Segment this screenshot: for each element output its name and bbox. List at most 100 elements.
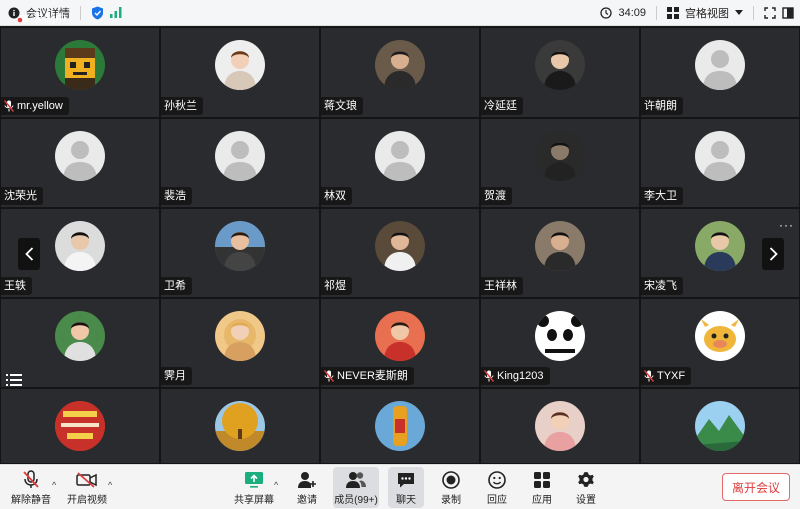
reaction-button[interactable]: 回应 [481, 467, 513, 508]
participant-name: 冷延廷 [484, 100, 517, 112]
chat-button[interactable]: 聊天 [388, 467, 424, 508]
signal-icon[interactable] [110, 7, 122, 18]
default-avatar-icon [215, 131, 265, 181]
shield-icon[interactable] [91, 6, 104, 20]
participant-tile[interactable]: 沈荣光 [0, 118, 160, 208]
participant-tile[interactable]: 卫希 [160, 208, 320, 298]
start-video-button[interactable]: 开启视频 [64, 467, 110, 508]
view-mode-dropdown[interactable]: 宫格视图 [685, 5, 729, 21]
avatar [535, 221, 585, 271]
audio-options-caret[interactable]: ^ [52, 480, 56, 490]
participant-tile[interactable]: 许朝朗 [640, 27, 800, 118]
mic-off-icon [4, 100, 14, 112]
grid-view-icon[interactable] [667, 6, 679, 19]
participant-name-tag: 李大卫 [641, 187, 683, 205]
participant-name: 许朝朗 [644, 100, 677, 112]
more-options-icon[interactable]: ··· [779, 218, 794, 232]
participant-name-tag: 冷延廷 [481, 97, 523, 115]
participant-name: 沈荣光 [4, 190, 37, 202]
meeting-timer: 34:09 [618, 6, 646, 19]
start-video-label: 开启视频 [67, 495, 107, 506]
fullscreen-icon[interactable] [764, 6, 776, 19]
participant-name-tag: TYXF [641, 367, 692, 385]
participant-tile[interactable]: 林双 [320, 118, 480, 208]
participant-name-tag: 卫希 [161, 277, 192, 295]
participant-tile[interactable] [160, 388, 320, 464]
participant-tile[interactable]: 王祥林 [480, 208, 640, 298]
participant-tile[interactable] [480, 388, 640, 464]
avatar [215, 401, 265, 451]
participant-name-tag: 霁月 [161, 367, 192, 385]
share-screen-button[interactable]: 共享屏幕 [232, 467, 276, 508]
avatar [375, 40, 425, 90]
participant-name-tag: mr.yellow [1, 97, 69, 115]
participant-tile[interactable]: 贺渡 [480, 118, 640, 208]
participant-name: NEVER麦斯朗 [337, 370, 408, 382]
chevron-down-icon[interactable] [735, 9, 743, 16]
avatar [695, 401, 745, 451]
chevron-left-icon [24, 247, 33, 261]
restore-window-icon[interactable] [782, 6, 794, 19]
participant-tile[interactable] [0, 388, 160, 464]
list-menu-icon[interactable] [6, 373, 22, 391]
recording-indicator[interactable]: 录制中 [16, 10, 66, 26]
share-options-caret[interactable]: ^ [274, 480, 278, 490]
avatar [215, 40, 265, 90]
avatar [55, 401, 105, 451]
participant-tile[interactable]: 孙秋兰 [160, 27, 320, 118]
participant-name-tag: King1203 [481, 367, 550, 385]
unmute-button[interactable]: 解除静音 [8, 467, 54, 508]
participant-tile[interactable]: 李大卫 [640, 118, 800, 208]
participant-name: 祁煜 [324, 280, 346, 292]
record-button[interactable]: 录制 [435, 467, 467, 508]
participant-tile[interactable]: mr.yellow [0, 27, 160, 118]
avatar [215, 221, 265, 271]
participant-name-tag: 贺渡 [481, 187, 512, 205]
participant-tile[interactable] [320, 388, 480, 464]
participant-tile[interactable]: King1203 [480, 298, 640, 388]
participant-tile[interactable]: 蒋文琅 [320, 27, 480, 118]
participant-tile[interactable]: 霁月 [160, 298, 320, 388]
previous-page-button[interactable] [18, 238, 40, 270]
participant-name-tag: 宋凌飞 [641, 277, 683, 295]
avatar [695, 311, 745, 361]
participant-name: 林双 [324, 190, 346, 202]
video-options-caret[interactable]: ^ [108, 480, 112, 490]
chevron-right-icon [769, 247, 778, 261]
leave-meeting-button[interactable]: 离开会议 [722, 473, 790, 501]
meeting-toolbar: 解除静音 ^ 开启视频 ^ 共享屏幕 ^ 邀请 成员(99+) 聊天 录制 回应… [0, 464, 800, 509]
participant-name: 霁月 [164, 370, 186, 382]
participant-tile[interactable]: 冷延廷 [480, 27, 640, 118]
next-page-button[interactable] [762, 238, 784, 270]
participant-name: 王祥林 [484, 280, 517, 292]
participant-name: 孙秋兰 [164, 100, 197, 112]
participant-name: 裴浩 [164, 190, 186, 202]
apps-button[interactable]: 应用 [526, 467, 558, 508]
participant-tile[interactable]: NEVER麦斯朗 [320, 298, 480, 388]
members-button[interactable]: 成员(99+) [333, 467, 379, 508]
participant-tile[interactable]: TYXF [640, 298, 800, 388]
participant-tile[interactable]: 祁煜 [320, 208, 480, 298]
participant-name-tag: 孙秋兰 [161, 97, 203, 115]
mic-off-icon [324, 370, 334, 382]
participant-name: 卫希 [164, 280, 186, 292]
add-user-icon [297, 469, 317, 491]
participant-name: TYXF [657, 370, 686, 382]
apps-label: 应用 [532, 495, 552, 506]
avatar [535, 311, 585, 361]
avatar [215, 311, 265, 361]
participant-tile[interactable] [640, 388, 800, 464]
participant-grid: mr.yellow 孙秋兰 蒋文琅 冷延廷 许朝朗沈荣光 裴浩 林双 贺渡 李大卫王轶 卫希 祁煜 王… [0, 27, 800, 464]
participant-name-tag: 祁煜 [321, 277, 352, 295]
participant-name-tag: 王轶 [1, 277, 32, 295]
participant-name-tag: 许朝朗 [641, 97, 683, 115]
participant-tile[interactable]: 裴浩 [160, 118, 320, 208]
participant-name-tag: 林双 [321, 187, 352, 205]
participant-tile[interactable] [0, 298, 160, 388]
invite-button[interactable]: 邀请 [290, 467, 324, 508]
settings-button[interactable]: 设置 [570, 467, 602, 508]
default-avatar-icon [695, 40, 745, 90]
recording-label: 录制中 [33, 13, 66, 25]
participant-name-tag: 王祥林 [481, 277, 523, 295]
avatar [535, 40, 585, 90]
